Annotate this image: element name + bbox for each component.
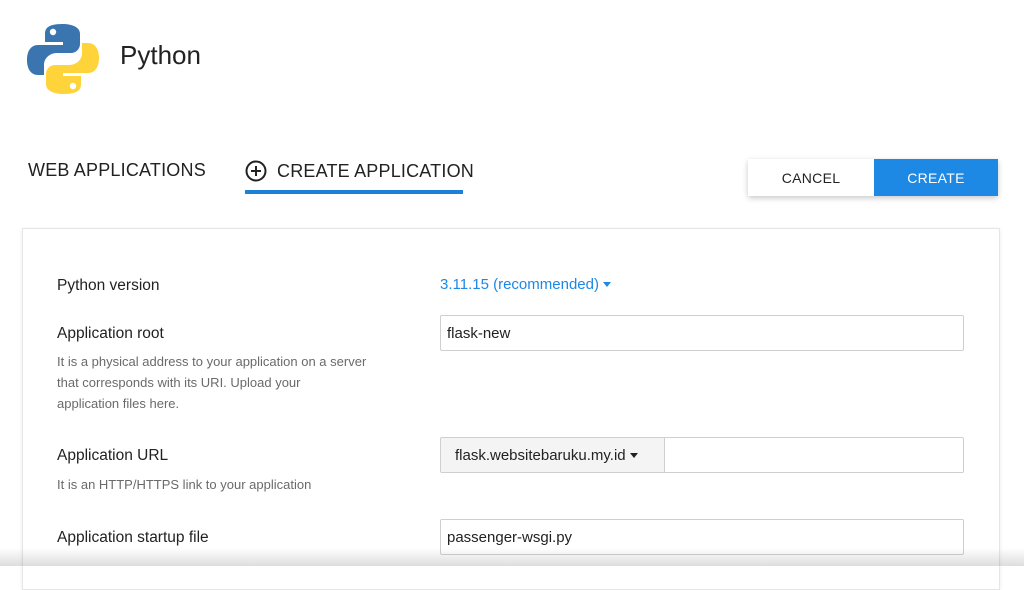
app-root-hint-line: It is a physical address to your applica… [57, 354, 367, 369]
app-url-label: Application URL [57, 447, 169, 464]
app-root-hint-line: application files here. [57, 396, 180, 411]
cancel-button[interactable]: CANCEL [748, 159, 874, 196]
chevron-down-icon [602, 282, 611, 287]
app-url-hint: It is an HTTP/HTTPS link to your applica… [57, 477, 312, 492]
app-title: Python [120, 40, 201, 70]
startup-file-input[interactable]: passenger-wsgi.py [440, 519, 964, 555]
app-url-domain-select[interactable]: flask.websitebaruku.my.id [440, 437, 664, 473]
app-root-hint: It is a physical address to your applica… [57, 351, 366, 414]
app-url-domain-value: flask.websitebaruku.my.id [455, 446, 626, 464]
python-logo-icon [26, 22, 100, 96]
tab-web-applications[interactable]: WEB APPLICATIONS [28, 160, 206, 181]
form-actions: CANCEL CREATE [748, 159, 998, 196]
tab-create-application[interactable]: CREATE APPLICATION [245, 160, 474, 182]
chevron-down-icon [629, 452, 638, 458]
create-button[interactable]: CREATE [874, 159, 998, 196]
app-root-value: flask-new [447, 324, 511, 342]
startup-file-value: passenger-wsgi.py [447, 528, 573, 546]
app-root-input[interactable]: flask-new [440, 315, 964, 351]
app-root-label: Application root [57, 325, 164, 342]
python-version-label: Python version [57, 277, 160, 294]
app-url-field: flask.websitebaruku.my.id [440, 437, 964, 473]
python-version-select[interactable]: 3.11.15 (recommended) [440, 276, 611, 293]
startup-file-label: Application startup file [57, 529, 209, 546]
plus-circle-icon [245, 160, 267, 182]
tab-create-application-label: CREATE APPLICATION [277, 160, 474, 181]
app-url-path-input[interactable] [664, 437, 964, 473]
python-version-value: 3.11.15 (recommended) [440, 276, 599, 293]
active-tab-indicator [245, 190, 463, 194]
app-root-hint-line: that corresponds with its URI. Upload yo… [57, 375, 301, 390]
